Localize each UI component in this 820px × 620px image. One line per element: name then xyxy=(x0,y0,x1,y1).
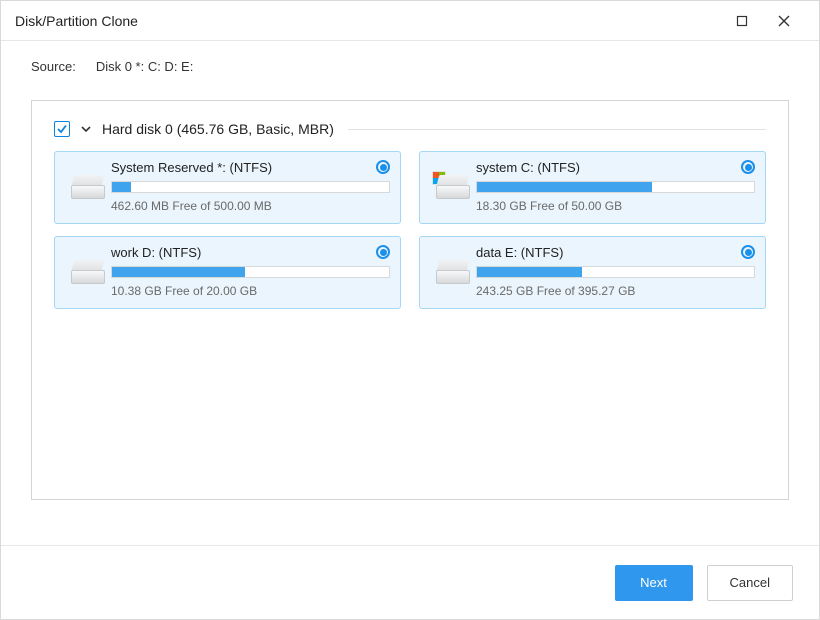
free-text: 10.38 GB Free of 20.00 GB xyxy=(111,284,390,298)
usage-bar xyxy=(476,181,755,193)
titlebar: Disk/Partition Clone xyxy=(1,1,819,41)
usage-bar xyxy=(476,266,755,278)
content-area: Hard disk 0 (465.76 GB, Basic, MBR) Syst… xyxy=(1,84,819,545)
disk-header: Hard disk 0 (465.76 GB, Basic, MBR) xyxy=(54,121,766,137)
disk-panel: Hard disk 0 (465.76 GB, Basic, MBR) Syst… xyxy=(31,100,789,500)
source-row: Source: Disk 0 *: C: D: E: xyxy=(1,41,819,84)
disk-checkbox[interactable] xyxy=(54,121,70,137)
partition-name: system C: (NTFS) xyxy=(476,160,755,175)
footer: Next Cancel xyxy=(1,545,819,619)
next-button[interactable]: Next xyxy=(615,565,693,601)
source-label: Source: xyxy=(31,59,76,74)
chevron-down-icon xyxy=(80,123,92,135)
disk-toggle[interactable] xyxy=(78,121,94,137)
drive-icon xyxy=(430,245,476,298)
close-button[interactable] xyxy=(763,1,805,41)
partition-card[interactable]: data E: (NTFS) 243.25 GB Free of 395.27 G… xyxy=(419,236,766,309)
disk-label: Hard disk 0 (465.76 GB, Basic, MBR) xyxy=(102,121,334,137)
maximize-icon xyxy=(736,15,748,27)
partition-name: work D: (NTFS) xyxy=(111,245,390,260)
partition-name: System Reserved *: (NTFS) xyxy=(111,160,390,175)
dialog-window: Disk/Partition Clone Source: Disk 0 *: C… xyxy=(0,0,820,620)
window-title: Disk/Partition Clone xyxy=(15,13,138,29)
maximize-button[interactable] xyxy=(721,1,763,41)
divider xyxy=(348,129,766,130)
free-text: 462.60 MB Free of 500.00 MB xyxy=(111,199,390,213)
usage-bar xyxy=(111,181,390,193)
usage-bar xyxy=(111,266,390,278)
partition-grid: System Reserved *: (NTFS) 462.60 MB Free … xyxy=(54,151,766,309)
partition-radio[interactable] xyxy=(741,160,755,174)
partition-card[interactable]: system C: (NTFS) 18.30 GB Free of 50.00 G… xyxy=(419,151,766,224)
close-icon xyxy=(778,15,790,27)
partition-radio[interactable] xyxy=(376,245,390,259)
drive-icon xyxy=(65,160,111,213)
partition-radio[interactable] xyxy=(376,160,390,174)
checkmark-icon xyxy=(56,123,68,135)
drive-icon xyxy=(65,245,111,298)
partition-card[interactable]: System Reserved *: (NTFS) 462.60 MB Free … xyxy=(54,151,401,224)
free-text: 243.25 GB Free of 395.27 GB xyxy=(476,284,755,298)
partition-name: data E: (NTFS) xyxy=(476,245,755,260)
partition-card[interactable]: work D: (NTFS) 10.38 GB Free of 20.00 GB xyxy=(54,236,401,309)
source-value: Disk 0 *: C: D: E: xyxy=(96,59,194,74)
drive-icon xyxy=(430,160,476,213)
partition-radio[interactable] xyxy=(741,245,755,259)
cancel-button[interactable]: Cancel xyxy=(707,565,793,601)
free-text: 18.30 GB Free of 50.00 GB xyxy=(476,199,755,213)
